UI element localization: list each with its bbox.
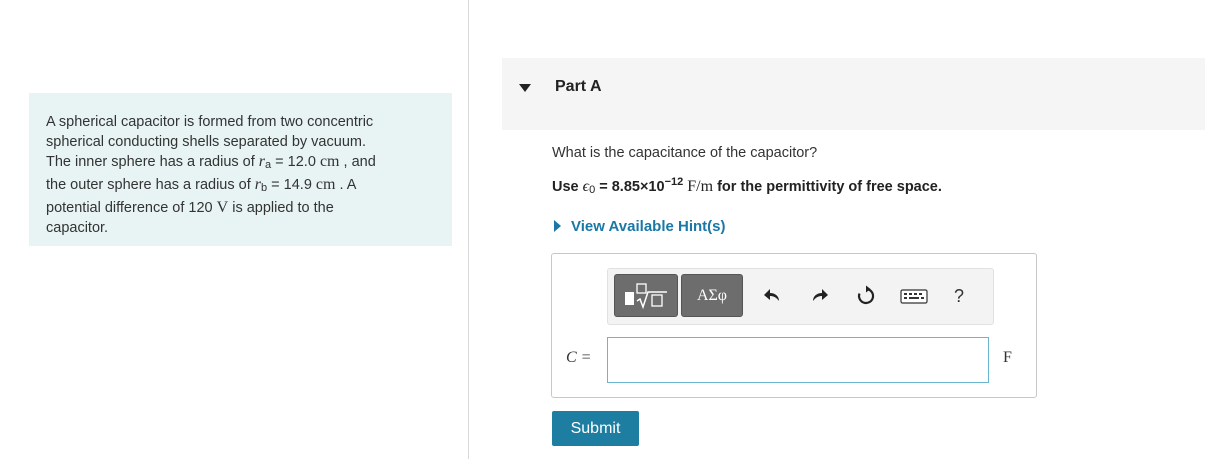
templates-icon <box>625 283 667 310</box>
capacitance-symbol: C = <box>566 349 592 366</box>
problem-text: . A <box>335 177 357 193</box>
epsilon-value: = 8.85×10 <box>595 179 665 195</box>
note-text: for the permittivity of free space. <box>713 179 942 195</box>
note-text: Use <box>552 179 583 195</box>
expand-caret-icon <box>554 220 561 232</box>
ra-value: = 12.0 <box>271 154 320 170</box>
epsilon-exponent: −12 <box>664 176 684 188</box>
problem-text: is applied to the <box>228 200 334 216</box>
question-text: What is the capacitance of the capacitor… <box>552 145 818 161</box>
submit-button[interactable]: Submit <box>552 411 639 446</box>
problem-line-5: potential difference of 120 V is applied… <box>46 198 436 218</box>
undo-icon[interactable] <box>760 284 784 308</box>
redo-icon[interactable] <box>808 284 832 308</box>
column-divider <box>468 0 469 459</box>
help-button[interactable]: ? <box>954 286 964 307</box>
rb-unit: cm <box>315 176 336 193</box>
problem-line-1: A spherical capacitor is formed from two… <box>46 114 374 130</box>
problem-statement: A spherical capacitor is formed from two… <box>29 93 452 246</box>
problem-line-2: spherical conducting shells separated by… <box>46 134 366 150</box>
permittivity-note: Use ϵ0 = 8.85×10−12 F/m for the permitti… <box>552 176 942 196</box>
reset-icon[interactable] <box>854 284 878 308</box>
hint-label: View Available Hint(s) <box>571 218 726 235</box>
problem-text: , and <box>339 154 376 170</box>
part-title: Part A <box>555 78 602 95</box>
answer-label: C = <box>566 349 591 367</box>
problem-text: the outer sphere has a radius of <box>46 177 251 193</box>
answer-unit: F <box>1003 349 1012 366</box>
epsilon-unit: F/m <box>687 178 714 195</box>
greek-symbols-button[interactable]: ΑΣφ <box>681 274 743 317</box>
problem-line-4: the outer sphere has a radius of rb = 14… <box>46 175 436 198</box>
voltage-unit: V <box>216 199 229 216</box>
problem-text: potential difference of 120 <box>46 200 217 216</box>
templates-button[interactable] <box>614 274 678 317</box>
keyboard-icon[interactable] <box>900 284 928 308</box>
view-hints-link[interactable]: View Available Hint(s) <box>554 218 726 235</box>
rb-value: = 14.9 <box>267 177 316 193</box>
capacitance-answer-input[interactable] <box>607 337 989 383</box>
problem-text: The inner sphere has a radius of <box>46 154 255 170</box>
ra-unit: cm <box>319 153 340 170</box>
part-a-header[interactable]: Part A <box>502 58 1205 130</box>
problem-line-6: capacitor. <box>46 220 109 236</box>
collapse-caret-icon[interactable] <box>519 84 531 92</box>
problem-line-3: The inner sphere has a radius of ra = 12… <box>46 152 436 175</box>
